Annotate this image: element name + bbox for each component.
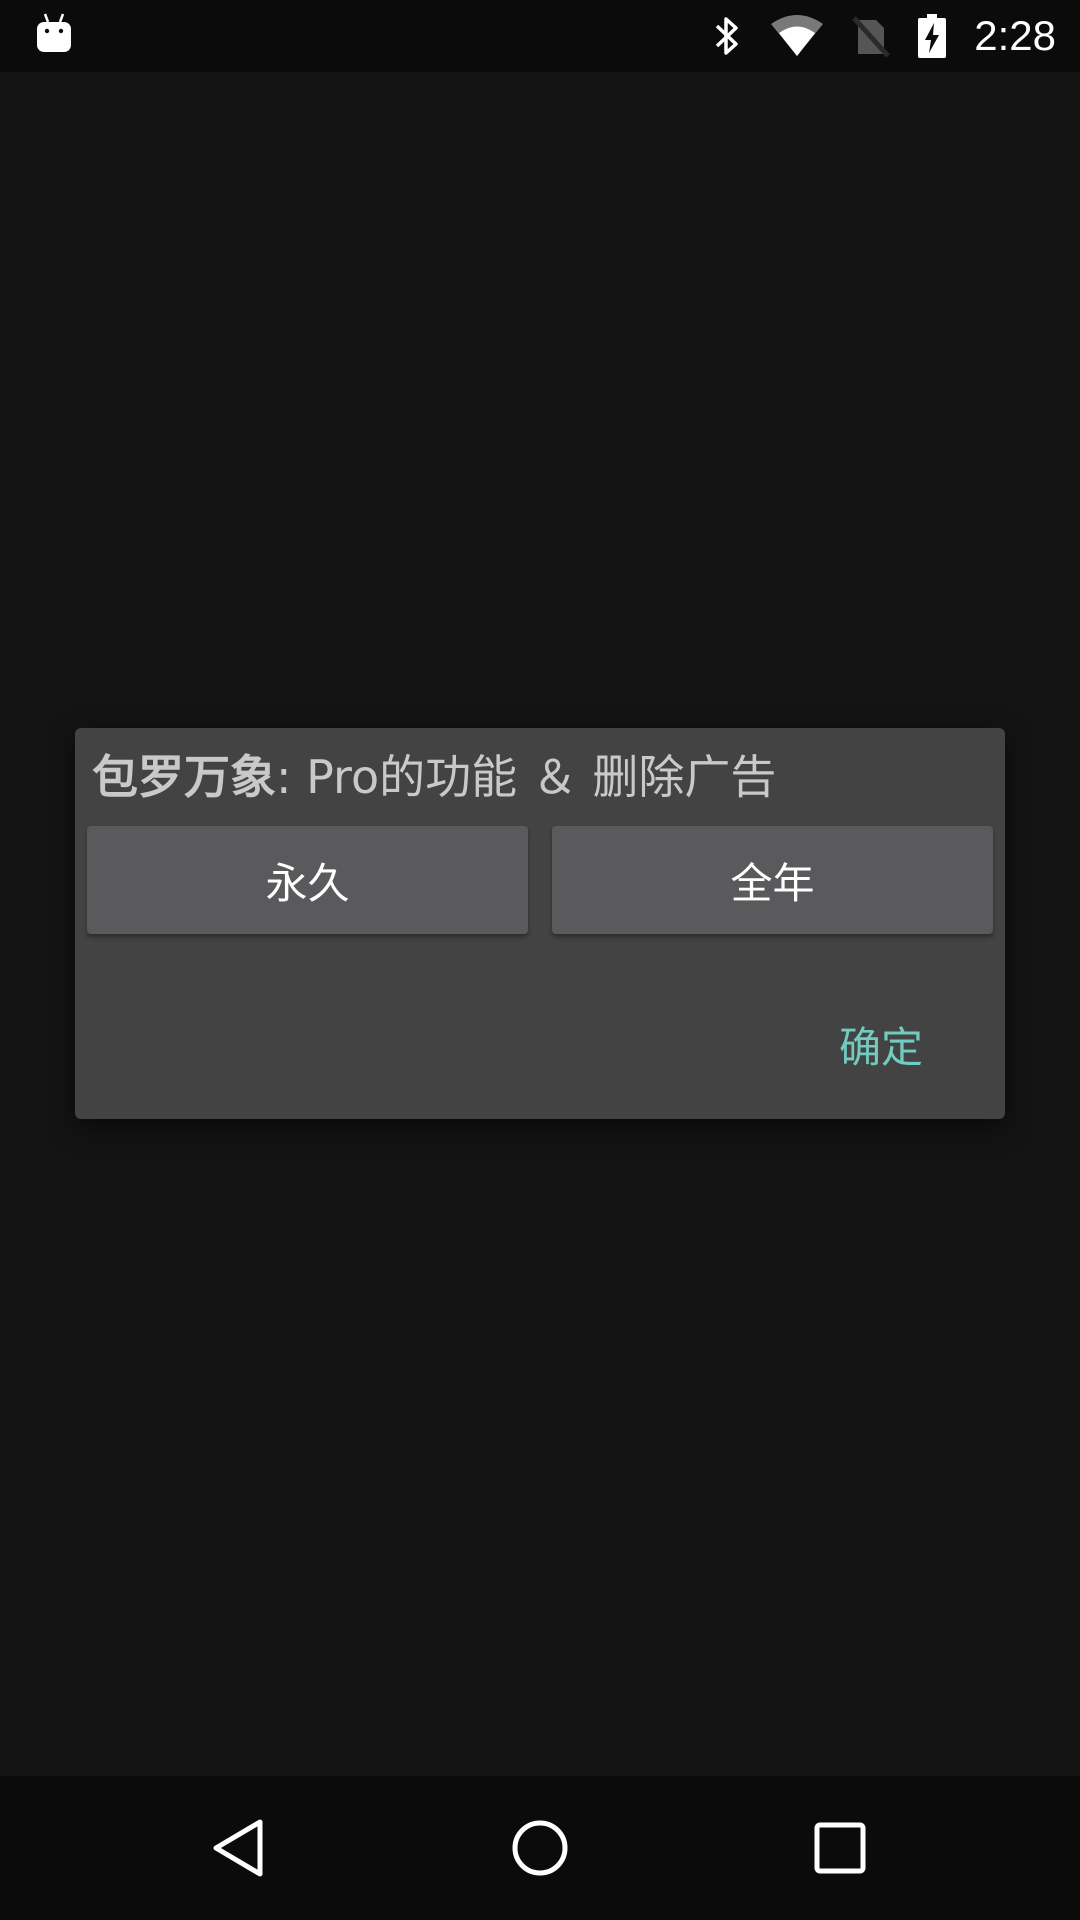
lifetime-option-button[interactable]: 永久 — [87, 826, 528, 934]
dialog-title-text: : Pro的功能 ＆ 删除广告 — [276, 750, 777, 804]
dialog-title: 包罗万象: Pro的功能 ＆ 删除广告 — [92, 742, 776, 812]
android-notification-icon — [36, 12, 72, 56]
battery-charging-icon — [918, 14, 947, 58]
back-icon[interactable] — [188, 1796, 292, 1900]
home-icon[interactable] — [488, 1796, 592, 1900]
status-bar: 2:28 — [0, 0, 1080, 72]
pro-purchase-dialog: 包罗万象: Pro的功能 ＆ 删除广告 永久 全年 确定 — [75, 728, 1005, 1119]
screen: 2:28 包罗万象: Pro的功能 ＆ 删除广告 永久 全年 确定 — [0, 0, 1080, 1920]
no-sim-icon — [852, 14, 891, 58]
status-time: 2:28 — [974, 12, 1056, 59]
yearly-option-button[interactable]: 全年 — [552, 826, 993, 934]
dialog-title-app-name: 包罗万象 — [92, 750, 276, 804]
confirm-button[interactable]: 确定 — [827, 1008, 935, 1088]
wifi-icon — [770, 14, 824, 58]
status-icons: 2:28 — [712, 0, 1056, 72]
recents-icon[interactable] — [788, 1796, 892, 1900]
navigation-bar — [0, 1776, 1080, 1920]
bluetooth-icon — [712, 14, 742, 58]
